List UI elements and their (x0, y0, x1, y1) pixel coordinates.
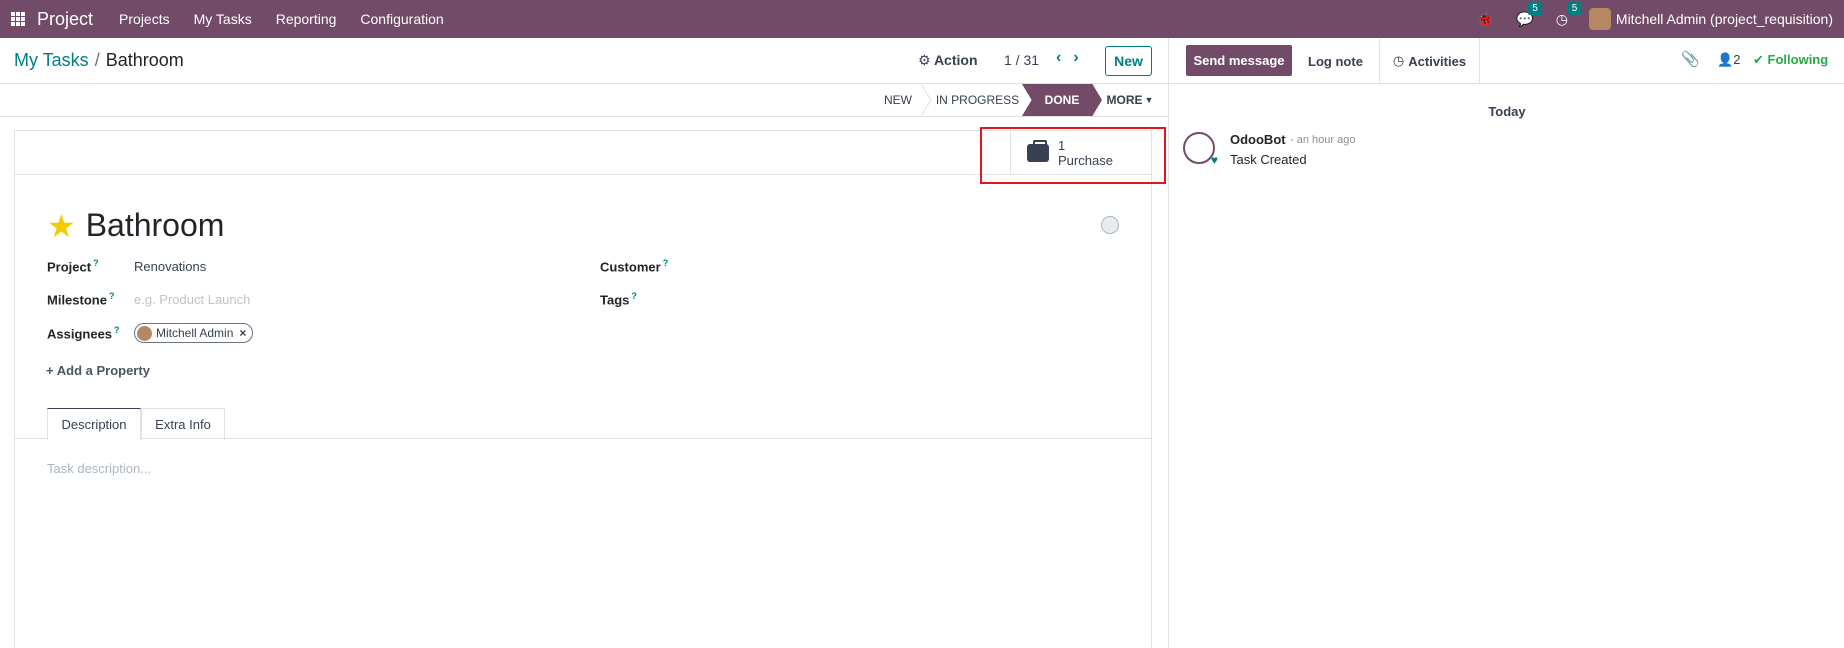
form-sheet: 1 Purchase ★ Bathroom Project? Renovatio… (14, 130, 1152, 648)
pager-arrows: ‹ › (1050, 49, 1085, 67)
milestone-label: Milestone? (47, 291, 115, 308)
task-title[interactable]: Bathroom (86, 207, 225, 244)
project-label: Project? (47, 258, 99, 275)
user-avatar[interactable] (1588, 8, 1611, 30)
action-label: Action (933, 52, 978, 68)
pager-value[interactable]: 1 / 31 (1004, 52, 1039, 68)
chevron-left-icon[interactable]: ‹ (1056, 49, 1061, 66)
apps-grid-icon[interactable] (11, 12, 25, 26)
activities-badge: 5 (1567, 1, 1582, 15)
more-label: MORE (1106, 93, 1143, 107)
assignee-avatar (137, 325, 152, 341)
project-field[interactable]: Renovations (134, 259, 206, 274)
star-icon[interactable]: ★ (47, 210, 76, 242)
tab-description[interactable]: Description (47, 408, 141, 440)
new-button[interactable]: New (1105, 46, 1152, 76)
user-menu[interactable]: Mitchell Admin (project_requisition) (1616, 11, 1833, 27)
bug-icon[interactable]: 🐞 (1477, 11, 1494, 28)
add-property-button[interactable]: + Add a Property (46, 363, 150, 378)
paperclip-icon[interactable]: 📎 (1681, 50, 1700, 68)
breadcrumb-current: Bathroom (105, 50, 184, 70)
chat-icon[interactable]: 💬 5 (1516, 1, 1542, 28)
gear-icon: ⚙ (918, 52, 931, 68)
activities-button[interactable]: ◷ Activities (1379, 38, 1480, 84)
message-time: - an hour ago (1290, 134, 1356, 146)
message-author[interactable]: OdooBot (1230, 132, 1286, 147)
stage-more-dropdown[interactable]: MORE ▼ (1102, 84, 1158, 116)
check-icon: ✔ (1753, 52, 1764, 67)
milestone-field[interactable]: e.g. Product Launch (134, 292, 250, 307)
notebook-tabs: Description Extra Info (15, 408, 1151, 440)
stage-done[interactable]: DONE (1022, 84, 1102, 116)
stage-in-progress[interactable]: IN PROGRESS (935, 84, 1020, 116)
control-panel: My Tasks / Bathroom ⚙ Action 1 / 31 ‹ › New (0, 38, 1168, 84)
user-icon: 👤 (1717, 52, 1734, 67)
assignee-tag[interactable]: Mitchell Admin × (134, 323, 254, 343)
breadcrumb-my-tasks[interactable]: My Tasks (14, 50, 89, 70)
customer-label: Customer? (600, 258, 669, 275)
following-button[interactable]: ✔ Following (1753, 52, 1828, 68)
tags-label: Tags? (600, 291, 637, 308)
action-button[interactable]: ⚙ Action (918, 52, 978, 69)
plus-icon: + (46, 363, 54, 378)
assignees-label: Assignees? (47, 325, 120, 342)
log-note-button[interactable]: Log note (1292, 38, 1379, 84)
title-row: ★ Bathroom (47, 207, 224, 244)
messages-badge: 5 (1528, 1, 1542, 15)
breadcrumb-separator: / (94, 50, 100, 70)
app-brand[interactable]: Project (37, 9, 93, 30)
followers-button[interactable]: 👤2 (1717, 52, 1740, 68)
stage-new[interactable]: NEW (880, 84, 916, 116)
tab-extra-info[interactable]: Extra Info (141, 408, 225, 440)
remove-tag-icon[interactable]: × (239, 326, 246, 340)
odoobot-avatar[interactable] (1183, 132, 1218, 167)
menu-my-tasks[interactable]: My Tasks (194, 11, 252, 27)
top-navbar: Project Projects My Tasks Reporting Conf… (0, 0, 1844, 38)
caret-down-icon: ▼ (1144, 95, 1154, 105)
breadcrumb: My Tasks / Bathroom (14, 50, 184, 71)
chatter-panel: Send message Log note ◷ Activities 📎 👤2 … (1168, 38, 1844, 648)
status-bar: NEW IN PROGRESS DONE MORE ▼ (0, 84, 1168, 117)
chatter-topbar: Send message Log note ◷ Activities 📎 👤2 … (1169, 38, 1844, 84)
menu-reporting[interactable]: Reporting (276, 11, 337, 27)
send-message-button[interactable]: Send message (1186, 45, 1292, 76)
assignee-name: Mitchell Admin (156, 326, 234, 340)
menu-configuration[interactable]: Configuration (360, 11, 443, 27)
kanban-state-circle[interactable] (1101, 216, 1119, 234)
description-editor[interactable]: Task description... (47, 461, 151, 476)
chevron-right-icon[interactable]: › (1073, 49, 1078, 66)
date-separator: Today (1488, 104, 1526, 119)
message-body: Task Created (1230, 152, 1307, 167)
highlight-box (980, 127, 1166, 184)
clock-icon: ◷ (1392, 53, 1405, 68)
menu-projects[interactable]: Projects (119, 11, 170, 27)
stage-divider (920, 84, 932, 116)
clock-icon[interactable]: ◷ 5 (1556, 1, 1582, 28)
